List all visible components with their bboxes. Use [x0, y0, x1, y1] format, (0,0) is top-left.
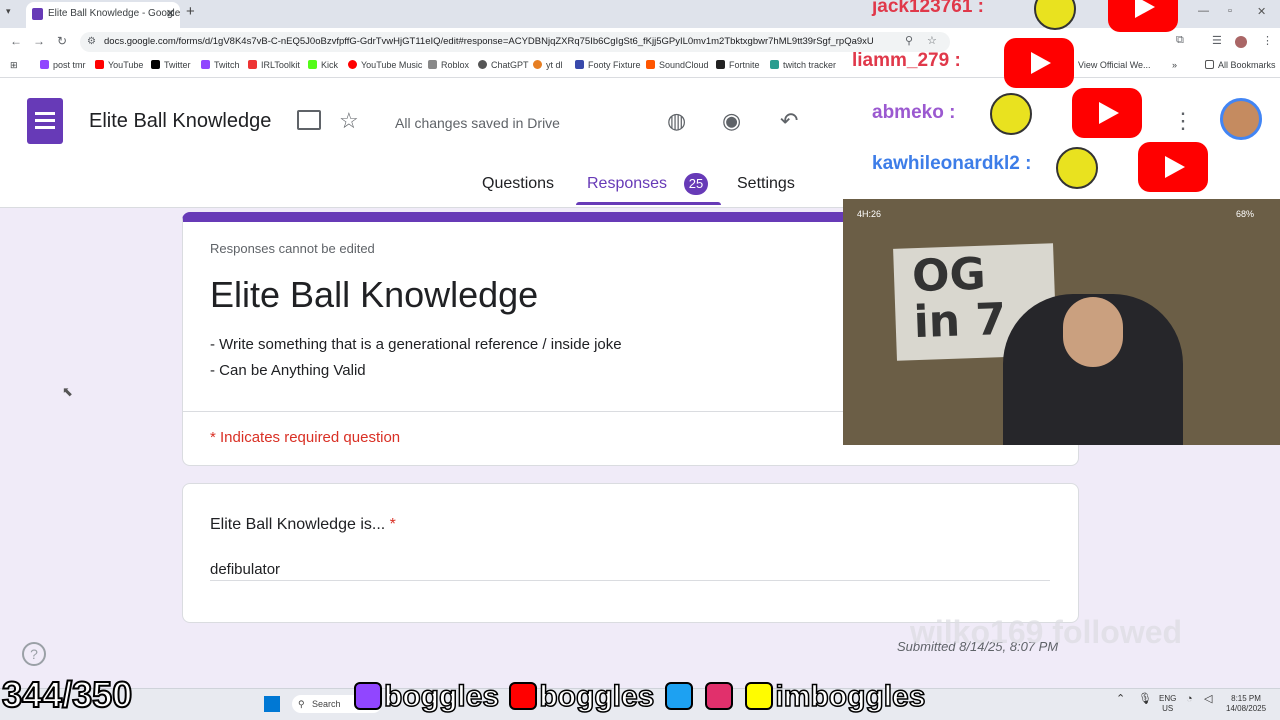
- bookmark-star-icon[interactable]: ☆: [927, 34, 937, 47]
- bookmark-item[interactable]: Fortnite: [716, 60, 760, 70]
- minimize-icon[interactable]: —: [1198, 5, 1209, 17]
- tray-overflow-icon[interactable]: ⌃: [1116, 694, 1125, 705]
- forward-icon[interactable]: →: [33, 34, 45, 48]
- follower-alert: wilko169 followed: [910, 614, 1183, 650]
- youtube-emote-icon: [1138, 142, 1208, 192]
- chrome-menu-icon[interactable]: ⋮: [1262, 34, 1273, 47]
- bookmark-item[interactable]: Footy Fixture: [575, 60, 641, 70]
- youtube-emote-icon: [1108, 0, 1178, 32]
- required-asterisk: *: [389, 516, 396, 533]
- zoom-icon[interactable]: ⚲: [905, 34, 913, 47]
- save-status: All changes saved in Drive: [395, 115, 560, 131]
- streamer-head: [1063, 297, 1123, 367]
- url-text: docs.google.com/forms/d/1gV8K4s7vB-C-nEQ…: [104, 36, 874, 47]
- apps-icon[interactable]: ⊞: [10, 60, 18, 71]
- chat-username: kawhileonardkl2 :: [872, 153, 1032, 174]
- bookmark-item[interactable]: ChatGPT: [478, 60, 529, 70]
- twitch-icon: [354, 682, 382, 710]
- wifi-icon[interactable]: ◔: [1186, 694, 1193, 705]
- palette-icon[interactable]: ◍: [667, 108, 686, 134]
- tab-questions[interactable]: Questions: [482, 175, 554, 193]
- reload-icon[interactable]: ↻: [57, 34, 67, 48]
- bookmark-item[interactable]: IRLToolkit: [248, 60, 300, 70]
- star-icon[interactable]: ☆: [339, 108, 359, 134]
- all-bookmarks[interactable]: All Bookmarks: [1205, 60, 1276, 70]
- bookmark-item[interactable]: post tmr: [40, 60, 86, 70]
- tab-close-icon[interactable]: ✕: [166, 2, 175, 26]
- social-handles-banner: boggles boggles imboggles: [352, 679, 926, 714]
- document-title[interactable]: Elite Ball Knowledge: [89, 110, 271, 133]
- form-description-line: - Can be Anything Valid: [210, 362, 366, 379]
- responses-count-badge: 25: [684, 173, 708, 195]
- close-window-icon[interactable]: ✕: [1257, 5, 1266, 18]
- chat-username: liamm_279 :: [852, 50, 961, 71]
- tab-search-icon[interactable]: ▾: [6, 6, 11, 17]
- question-card: [182, 483, 1079, 623]
- address-bar[interactable]: ⚙ docs.google.com/forms/d/1gV8K4s7vB-C-n…: [80, 32, 950, 52]
- google-forms-logo-icon[interactable]: [27, 98, 63, 144]
- bookmark-item[interactable]: YouTube: [95, 60, 143, 70]
- browser-tab-active[interactable]: Elite Ball Knowledge - Google F ✕: [26, 2, 180, 28]
- undo-icon[interactable]: ↶: [780, 108, 798, 134]
- more-options-icon[interactable]: ⋮: [1172, 108, 1194, 134]
- account-avatar[interactable]: [1220, 98, 1262, 140]
- responses-not-editable-note: Responses cannot be edited: [210, 241, 375, 256]
- active-tab-indicator: [576, 202, 721, 205]
- snapchat-icon: [745, 682, 774, 710]
- clock[interactable]: 8:15 PM 14/08/2025: [1226, 694, 1266, 714]
- help-icon[interactable]: ?: [22, 642, 46, 666]
- bookmark-item[interactable]: SoundCloud: [646, 60, 709, 70]
- mouse-cursor-icon: ⬉: [62, 384, 73, 399]
- emote-face-icon: [990, 93, 1032, 135]
- preview-eye-icon[interactable]: ◉: [722, 108, 741, 134]
- new-tab-icon[interactable]: +: [186, 3, 195, 20]
- site-info-icon[interactable]: ⚙: [87, 32, 96, 52]
- bookmark-item[interactable]: Twitter: [151, 60, 191, 70]
- twitter-icon: [664, 682, 693, 710]
- bookmark-item[interactable]: twitch tracker: [770, 60, 836, 70]
- chat-username: abmeko :: [872, 102, 956, 123]
- tab-settings[interactable]: Settings: [737, 175, 795, 193]
- webcam-timer: 4H:26: [857, 209, 882, 219]
- answer-underline: [210, 580, 1050, 581]
- bookmark-item[interactable]: Roblox: [428, 60, 469, 70]
- youtube-emote-icon: [1072, 88, 1142, 138]
- back-icon[interactable]: ←: [10, 34, 22, 48]
- tab-responses[interactable]: Responses: [587, 175, 667, 193]
- language-indicator[interactable]: ENG US: [1159, 694, 1176, 714]
- required-question-note: * Indicates required question: [210, 429, 401, 446]
- microphone-icon[interactable]: 🎙: [1138, 694, 1152, 705]
- move-to-folder-icon[interactable]: [297, 110, 321, 130]
- bookmark-item[interactable]: View Official We...: [1078, 60, 1151, 70]
- bookmark-item[interactable]: Kick: [308, 60, 338, 70]
- reading-list-icon[interactable]: ☰: [1212, 34, 1222, 47]
- maximize-icon[interactable]: ▫: [1228, 5, 1232, 17]
- extensions-icon[interactable]: ⧉: [1176, 34, 1184, 47]
- response-answer: defibulator: [210, 561, 281, 578]
- form-title: Elite Ball Knowledge: [210, 274, 539, 315]
- webcam-overlay: 4H:26 68% OG in 7: [843, 199, 1280, 445]
- chat-username: jack123761 :: [872, 0, 984, 17]
- volume-icon[interactable]: ◁: [1204, 694, 1212, 705]
- profile-avatar[interactable]: [1235, 36, 1247, 48]
- question-title: Elite Ball Knowledge is... *: [210, 516, 396, 533]
- bookmark-item[interactable]: YouTube Music: [348, 60, 422, 70]
- windows-start-icon[interactable]: [264, 696, 280, 712]
- goal-counter: 344/350: [1, 673, 133, 716]
- youtube-emote-icon: [1004, 38, 1074, 88]
- form-description-line: - Write something that is a generational…: [210, 336, 622, 353]
- forms-favicon-icon: [32, 8, 43, 20]
- webcam-battery: 68%: [1235, 209, 1254, 219]
- bookmark-item[interactable]: yt dl: [533, 60, 563, 70]
- youtube-icon: [509, 682, 538, 710]
- tab-title: Elite Ball Knowledge - Google F: [48, 8, 180, 19]
- bookmarks-overflow-icon[interactable]: »: [1172, 60, 1177, 70]
- bookmark-item[interactable]: Twitch: [201, 60, 240, 70]
- emote-face-icon: [1056, 147, 1098, 189]
- instagram-icon: [705, 682, 734, 710]
- search-icon: ⚲: [298, 699, 305, 709]
